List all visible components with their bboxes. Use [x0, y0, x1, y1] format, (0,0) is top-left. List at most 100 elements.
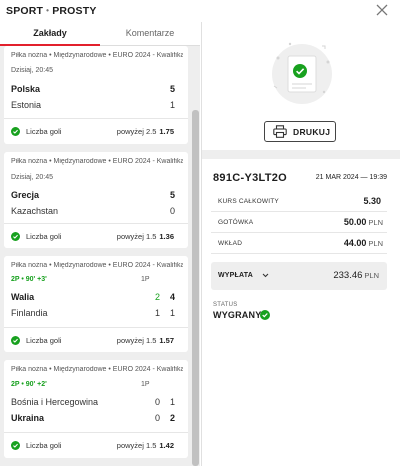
tab-comments[interactable]: Komentarze [100, 22, 200, 46]
row-number: 44.00 [343, 238, 367, 248]
bets-panel: Zakłady Komentarze Piłka nożna • Międzyn… [0, 22, 200, 466]
total-odds-row: KURS CAŁKOWITY 5.30 [211, 191, 387, 212]
status-value: WYGRANY [213, 310, 262, 320]
scrollbar-thumb[interactable] [192, 110, 199, 466]
event-breadcrumb: Piłka nożna • Międzynarodowe • EURO 2024… [11, 262, 183, 269]
first-half-label: 1P [141, 381, 150, 388]
payout-amount: 233.46 [333, 270, 363, 281]
printer-icon [273, 125, 287, 138]
home-team: Polska [11, 84, 41, 94]
row-currency: PLN [368, 239, 383, 248]
divider [4, 327, 188, 328]
divider [4, 223, 188, 224]
modal-header: SPORT • PROSTY [0, 0, 400, 22]
away-team: Finlandia [11, 308, 48, 318]
chevron-down-icon [262, 273, 269, 278]
bet-card: Piłka nożna • Międzynarodowe • EURO 2024… [4, 360, 188, 458]
home-score: 1 [169, 397, 175, 407]
market-name: Liczba goli [26, 441, 62, 450]
selection: powyżej 1.5 1.42 [117, 441, 174, 450]
away-half-score: 1 [155, 308, 161, 318]
away-team: Ukraina [11, 413, 45, 423]
first-half-label: 1P [141, 276, 150, 283]
payout-value: 233.46 PLN [333, 270, 379, 281]
live-match-time: 2P • 90' +3' [11, 276, 47, 283]
tab-bar: Zakłady Komentarze [0, 22, 200, 46]
title-sport: SPORT [6, 5, 44, 17]
home-score: 5 [169, 190, 175, 200]
home-score: 4 [169, 292, 175, 302]
selection-odds: 1.75 [159, 127, 174, 136]
home-team: Walia [11, 292, 35, 302]
away-score: 2 [169, 413, 175, 423]
ticket-success-illustration [272, 42, 332, 104]
title-separator: • [46, 6, 50, 15]
selection-label: powyżej 1.5 [116, 441, 157, 450]
live-match-time: 2P • 90' +2' [11, 381, 47, 388]
selection-odds: 1.36 [159, 232, 174, 241]
row-label: WKŁAD [218, 240, 243, 247]
row-number: 5.30 [363, 196, 381, 206]
print-button[interactable]: DRUKUJ [264, 121, 336, 142]
home-team: Bośnia i Hercegowina [11, 397, 99, 407]
selection-odds: 1.42 [159, 441, 174, 450]
selection: powyżej 1.5 1.57 [117, 336, 174, 345]
bet-card: Piłka nożna • Międzynarodowe • EURO 2024… [4, 256, 188, 352]
check-circle-icon [11, 127, 20, 136]
selection-label: powyżej 1.5 [116, 232, 157, 241]
summary-table: KURS CAŁKOWITY 5.30 GOTÓWKA 50.00 PLN WKŁ… [211, 191, 387, 255]
away-score: 1 [169, 100, 175, 110]
print-button-label: DRUKUJ [293, 127, 331, 137]
check-circle-icon [11, 336, 20, 345]
market-name: Liczba goli [26, 232, 62, 241]
event-breadcrumb: Piłka nożna • Międzynarodowe • EURO 2024… [11, 158, 183, 165]
coupon-code: 891C-Y3LT2O [213, 172, 288, 184]
market-name: Liczba goli [26, 127, 62, 136]
event-breadcrumb: Piłka nożna • Międzynarodowe • EURO 2024… [11, 366, 183, 373]
row-label: GOTÓWKA [218, 219, 254, 226]
row-label: KURS CAŁKOWITY [218, 198, 279, 205]
away-team: Kazachstan [11, 206, 59, 216]
check-circle-icon [260, 310, 270, 320]
selection-odds: 1.57 [159, 336, 174, 345]
divider [4, 118, 188, 119]
selection-label: powyżej 2.5 [116, 127, 157, 136]
print-section: DRUKUJ [202, 22, 400, 150]
status-label: STATUS [213, 302, 238, 308]
event-time: Dzisiaj, 20:45 [11, 174, 54, 181]
coupon-date: 21 MAR 2024 — 19:39 [315, 174, 387, 181]
event-time: Dzisiaj, 20:45 [11, 67, 54, 74]
market-name: Liczba goli [26, 336, 62, 345]
coupon-summary: 891C-Y3LT2O 21 MAR 2024 — 19:39 KURS CAŁ… [202, 159, 400, 466]
row-value: 44.00 PLN [344, 238, 383, 248]
away-score: 0 [169, 206, 175, 216]
home-half-score: 0 [155, 397, 161, 407]
away-half-score: 0 [155, 413, 161, 423]
selection: powyżej 1.5 1.36 [117, 232, 174, 241]
check-circle-icon [11, 441, 20, 450]
coupon-panel: DRUKUJ 891C-Y3LT2O 21 MAR 2024 — 19:39 K… [201, 22, 400, 466]
divider [4, 432, 188, 433]
event-breadcrumb: Piłka nożna • Międzynarodowe • EURO 2024… [11, 52, 183, 59]
home-score: 5 [169, 84, 175, 94]
bet-type-title: SPORT • PROSTY [6, 5, 97, 17]
stake-row: WKŁAD 44.00 PLN [211, 233, 387, 254]
cash-row: GOTÓWKA 50.00 PLN [211, 212, 387, 233]
row-value: 5.30 [363, 196, 383, 206]
payout-row[interactable]: WYPŁATA 233.46 PLN [211, 262, 387, 290]
row-value: 50.00 PLN [344, 217, 383, 227]
bet-card: Piłka nożna • Międzynarodowe • EURO 2024… [4, 152, 188, 248]
bet-card: Piłka nożna • Międzynarodowe • EURO 2024… [4, 46, 188, 144]
payout-currency: PLN [364, 271, 379, 280]
payout-label: WYPŁATA [218, 272, 253, 279]
tab-bets[interactable]: Zakłady [0, 22, 100, 46]
selection: powyżej 2.5 1.75 [117, 127, 174, 136]
close-icon[interactable] [374, 2, 390, 18]
check-circle-icon [11, 232, 20, 241]
home-half-score: 2 [155, 292, 161, 302]
title-type: PROSTY [52, 5, 97, 17]
row-currency: PLN [368, 218, 383, 227]
away-team: Estonia [11, 100, 42, 110]
row-number: 50.00 [343, 217, 367, 227]
away-score: 1 [169, 308, 175, 318]
